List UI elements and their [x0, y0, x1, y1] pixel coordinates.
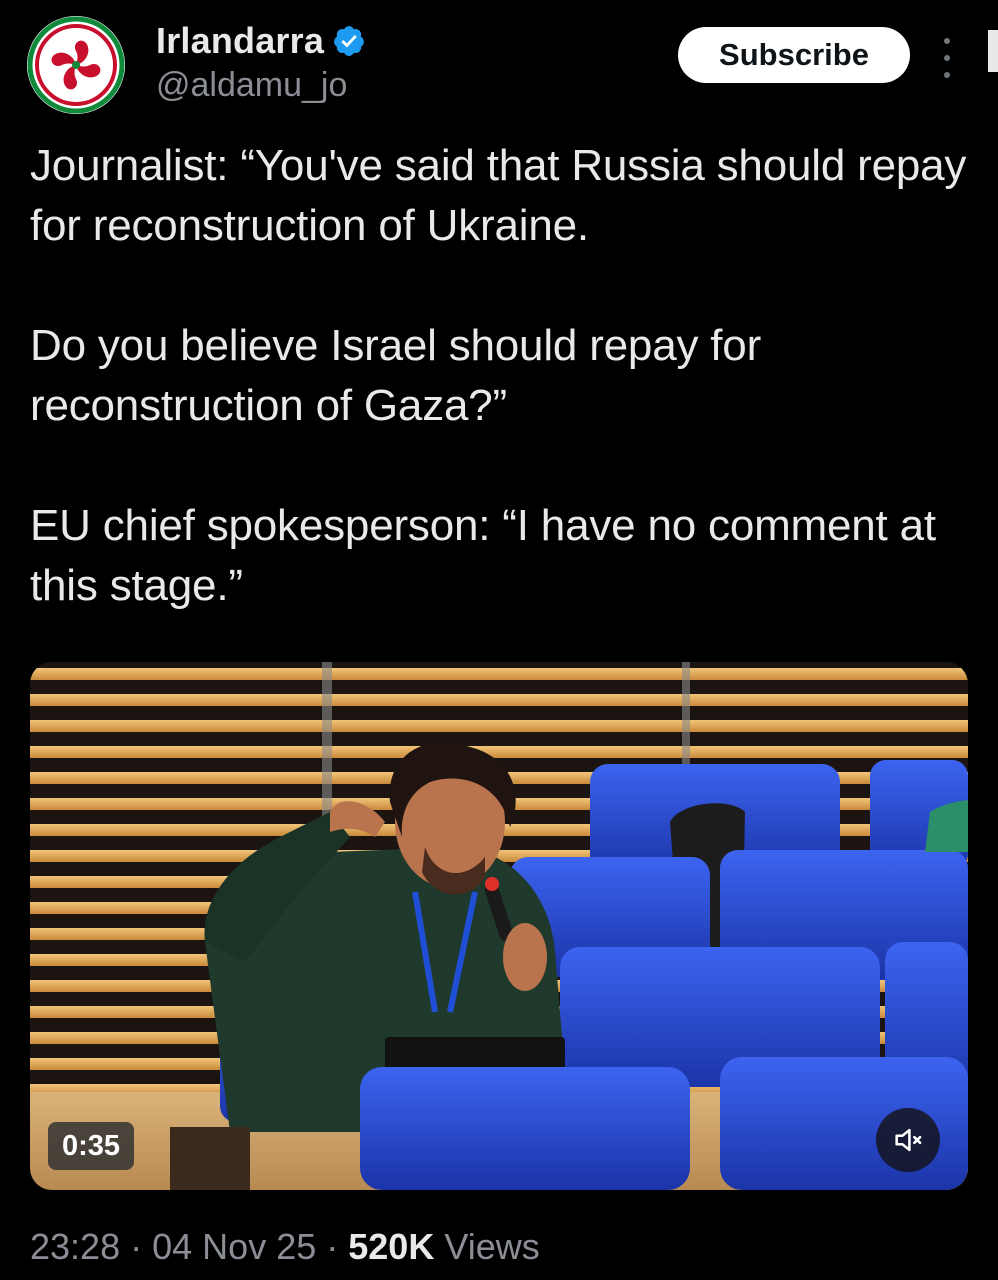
subscribe-button[interactable]: Subscribe [678, 27, 910, 83]
tweet-time[interactable]: 23:28 [30, 1226, 120, 1267]
tweet-paragraph: Do you believe Israel should repay for r… [30, 321, 762, 430]
tweet-body: Journalist: “You've said that Russia sho… [30, 136, 978, 616]
tweet-header: Irlandarra @aldamu_jo Subscribe [0, 0, 998, 120]
meta-separator: · [130, 1226, 143, 1267]
verified-badge-icon [334, 26, 364, 56]
speaker-muted-icon[interactable] [876, 1108, 940, 1172]
video-duration-badge: 0:35 [48, 1122, 134, 1170]
meta-separator: · [326, 1226, 339, 1267]
video-frame [30, 662, 968, 1190]
views-count[interactable]: 520K [348, 1226, 434, 1267]
tweet-paragraph: EU chief spokesperson: “I have no commen… [30, 501, 936, 610]
video-player[interactable]: 0:35 [30, 662, 968, 1190]
tweet-date[interactable]: 04 Nov 25 [152, 1226, 316, 1267]
lauburu-icon [27, 16, 125, 114]
author-name-row[interactable]: Irlandarra [156, 20, 366, 62]
author-handle[interactable]: @aldamu_jo [156, 66, 347, 105]
tweet-meta: 23:28 · 04 Nov 25 · 520K Views [30, 1226, 540, 1268]
author-avatar[interactable] [27, 16, 125, 114]
scroll-edge-indicator [988, 30, 998, 72]
tweet-paragraph: Journalist: “You've said that Russia sho… [30, 141, 967, 250]
author-display-name[interactable]: Irlandarra [156, 20, 324, 62]
more-vertical-icon[interactable] [932, 38, 962, 78]
views-label: Views [444, 1226, 540, 1267]
